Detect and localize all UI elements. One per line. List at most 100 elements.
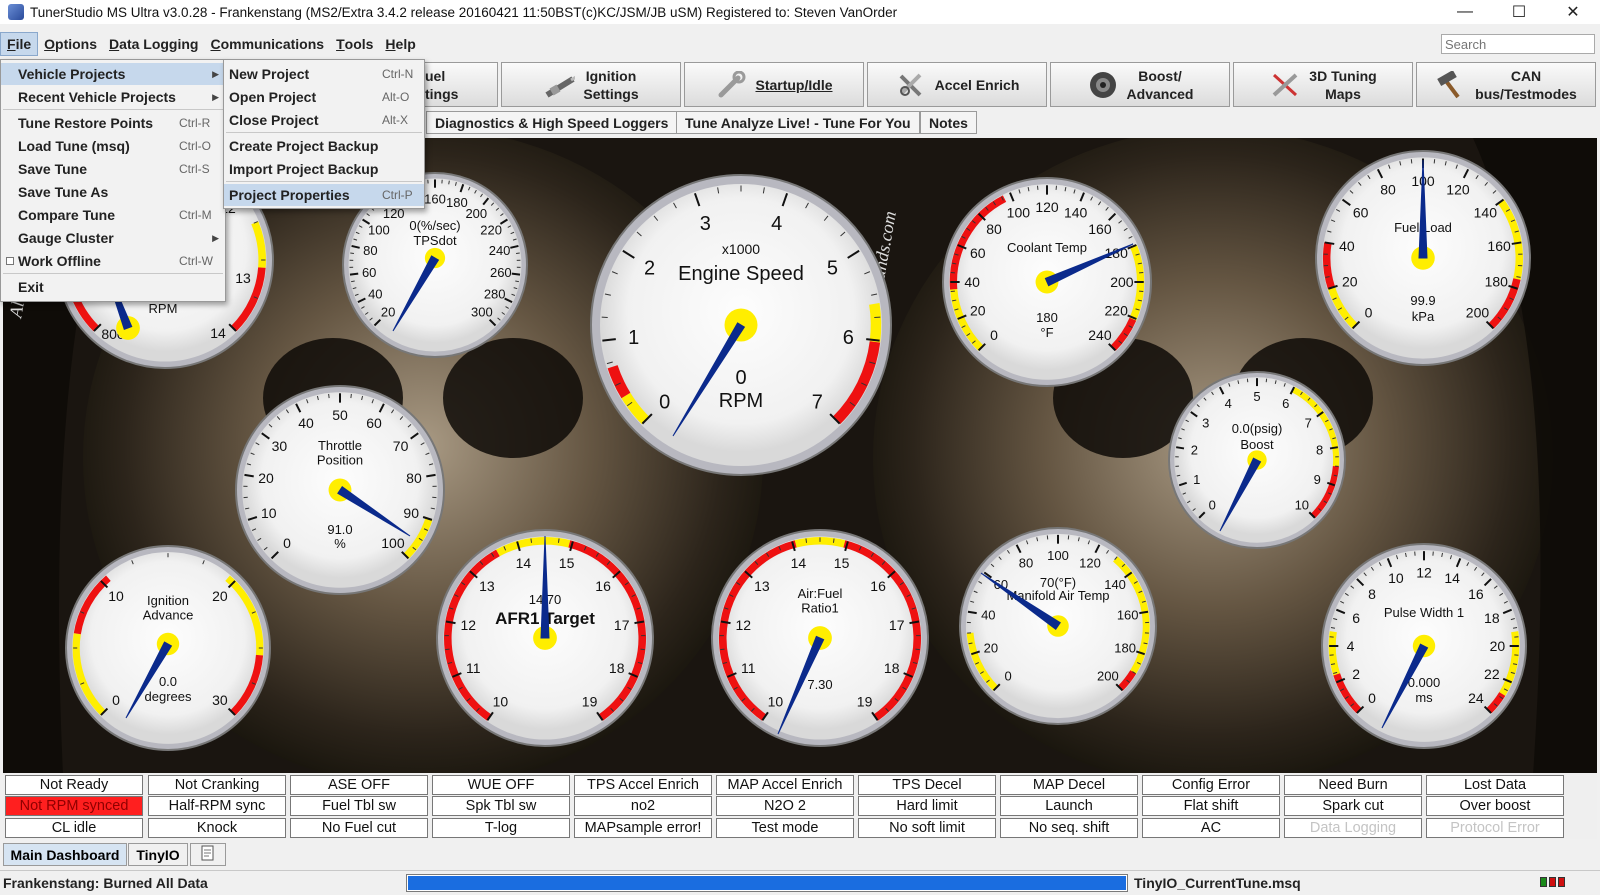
file-menu-item[interactable]: Work Offline Ctrl-W xyxy=(1,250,225,272)
file-menu-item-label: Compare Tune xyxy=(18,207,115,223)
gauge-tick-label: 12 xyxy=(1416,564,1432,580)
gauge-units: °F xyxy=(1040,325,1053,340)
gauge-fuel-load: 020406080100120140160180200Fuel Load99.9… xyxy=(1315,150,1531,366)
gauge-units: ms xyxy=(1415,690,1433,705)
gauge-value: 0 xyxy=(735,367,746,389)
shortcut-label: Ctrl-R xyxy=(179,116,211,130)
status-indicator: Fuel Tbl sw xyxy=(290,796,428,816)
gauge-minor-tick xyxy=(445,648,450,651)
gauge-tick-label: 200 xyxy=(1110,274,1134,290)
gauge-title: Air:Fuel Ratio1 xyxy=(798,586,843,615)
gauge-tick-label: 260 xyxy=(490,265,512,280)
gauge-minor-tick xyxy=(350,280,355,283)
tab-notes[interactable]: Notes xyxy=(920,111,977,134)
gauge-units: % xyxy=(334,536,346,551)
file-menu-item[interactable]: Save Tune As xyxy=(1,181,225,203)
file-menu-item[interactable]: Load Tune (msq) Ctrl-O xyxy=(1,135,225,157)
startup-idle-button[interactable]: Startup/Idle xyxy=(684,62,864,107)
search-input[interactable] xyxy=(1441,34,1595,54)
status-indicator: Need Burn xyxy=(1284,775,1422,795)
menu-file[interactable]: File xyxy=(0,32,39,56)
new-tab-button[interactable] xyxy=(190,843,226,866)
gauge-units: degrees xyxy=(145,689,192,704)
tab-main-dashboard[interactable]: Main Dashboard xyxy=(3,843,127,866)
gauge-afr1: 10 11 12 13 14 15 16 17 18 19 Air:Fuel Ratio1 7.30 xyxy=(711,529,929,747)
file-menu-item[interactable]: Save Tune Ctrl-S xyxy=(1,158,225,180)
tools-icon xyxy=(895,71,927,99)
gauge-tick-label: 10 xyxy=(1295,497,1309,512)
boost-advanced-button[interactable]: Boost/ Advanced xyxy=(1050,62,1230,107)
gauge-tick-label: 80 xyxy=(406,470,422,486)
tab-tinyio[interactable]: TinyIO xyxy=(128,843,188,866)
gauge-tick-label: 0 xyxy=(283,535,291,551)
submenu-arrow-icon: ▶ xyxy=(212,68,219,79)
gauge-tick-label: 0 xyxy=(990,327,998,343)
ignition-settings-button[interactable]: Ignition Settings xyxy=(501,62,681,107)
gauge-tick-label: 100 xyxy=(368,222,390,237)
gauge-tick-label: 19 xyxy=(582,694,598,710)
minimize-button[interactable]: — xyxy=(1438,0,1492,24)
gauge-tick-label: 0 xyxy=(1368,690,1376,706)
gauge-tick-label: 13 xyxy=(754,578,770,594)
vehicle-projects-menu-item[interactable]: Open Project Alt-O xyxy=(224,86,424,108)
file-menu-item[interactable]: Compare Tune Ctrl-M xyxy=(1,204,225,226)
gauge-tick-label: 16 xyxy=(1468,586,1484,602)
gauge-tick-label: 20 xyxy=(212,588,228,604)
gauge-value: 70(°F) xyxy=(1040,575,1076,590)
gauge-tick-label: 3 xyxy=(700,213,711,235)
connection-leds xyxy=(1540,877,1565,887)
turbo-icon xyxy=(1087,71,1119,99)
status-indicator: No soft limit xyxy=(858,818,996,838)
tab-tune-analyze-live[interactable]: Tune Analyze Live! - Tune For You xyxy=(676,111,920,134)
shortcut-label: Ctrl-P xyxy=(382,188,413,202)
status-indicator: Hard limit xyxy=(858,796,996,816)
file-menu-item[interactable]: Tune Restore Points Ctrl-R xyxy=(1,112,225,134)
gauge-tick-label: 17 xyxy=(614,617,630,633)
gauge-tick-label: 18 xyxy=(884,660,900,676)
maximize-button[interactable]: ☐ xyxy=(1492,0,1546,24)
file-menu-item[interactable]: Gauge Cluster ▶ xyxy=(1,227,225,249)
vehicle-projects-menu-item-label: Close Project xyxy=(229,112,319,128)
gauge-tick-label: 8 xyxy=(1368,586,1376,602)
gauge-tick-label: 20 xyxy=(381,304,395,319)
tab-diagnostics-loggers[interactable]: Diagnostics & High Speed Loggers xyxy=(426,111,678,134)
accel-enrich-button[interactable]: Accel Enrich xyxy=(867,62,1047,107)
gauge-tick-label: 18 xyxy=(609,660,625,676)
gauge-tick-label: 120 xyxy=(1035,199,1059,215)
vehicle-projects-menu-item[interactable]: New Project Ctrl-N xyxy=(224,63,424,85)
file-menu-item[interactable]: Exit xyxy=(1,276,225,298)
gauge-tick xyxy=(1139,610,1149,615)
fuel-settings-button[interactable]: uel tings xyxy=(420,62,498,107)
gauge-minor-tick xyxy=(448,180,450,185)
gauge-title: Engine Speed xyxy=(678,263,804,285)
menu-options[interactable]: Options xyxy=(38,32,103,56)
gauge-tick-label: 9 xyxy=(1314,472,1321,487)
menu-data-logging[interactable]: Data Logging xyxy=(103,32,204,56)
shortcut-label: Ctrl-W xyxy=(179,254,213,268)
status-indicator: Spark cut xyxy=(1284,796,1422,816)
menu-tools[interactable]: Tools xyxy=(330,32,379,56)
close-button[interactable]: ✕ xyxy=(1546,0,1600,24)
status-indicator: Config Error xyxy=(1142,775,1280,795)
gauge-tick-label: 20 xyxy=(984,640,998,655)
gauge-tick-label: 10 xyxy=(261,505,277,521)
vehicle-projects-menu-item[interactable]: Close Project Alt-X xyxy=(224,109,424,131)
gauge-tick-label: 100 xyxy=(1007,205,1031,221)
menu-communications[interactable]: Communications xyxy=(204,32,330,56)
shortcut-label: Ctrl-O xyxy=(179,139,211,153)
file-menu-item[interactable]: Recent Vehicle Projects ▶ xyxy=(1,86,225,108)
status-indicator: Half-RPM sync xyxy=(148,796,286,816)
can-bus-testmodes-button[interactable]: CAN bus/Testmodes xyxy=(1416,62,1596,107)
vehicle-projects-menu-item[interactable]: Create Project Backup xyxy=(224,135,424,157)
gauge-minor-tick xyxy=(557,538,560,543)
gauge-value: 0.000 xyxy=(1408,675,1441,690)
3d-tuning-maps-button[interactable]: 3D Tuning Maps xyxy=(1233,62,1413,107)
vehicle-projects-menu-item[interactable]: Project Properties Ctrl-P xyxy=(224,184,424,206)
current-tune-file: TinyIO_CurrentTune.msq xyxy=(1134,875,1301,891)
gauge-value: 99.9 xyxy=(1410,293,1435,308)
gauge-tick-label: 0 xyxy=(1209,497,1216,512)
vehicle-projects-menu-item[interactable]: Import Project Backup xyxy=(224,158,424,180)
gauge-tick-label: 80 xyxy=(1380,181,1396,197)
menu-help[interactable]: Help xyxy=(379,32,421,56)
file-menu-item[interactable]: Vehicle Projects ▶ xyxy=(1,63,225,85)
